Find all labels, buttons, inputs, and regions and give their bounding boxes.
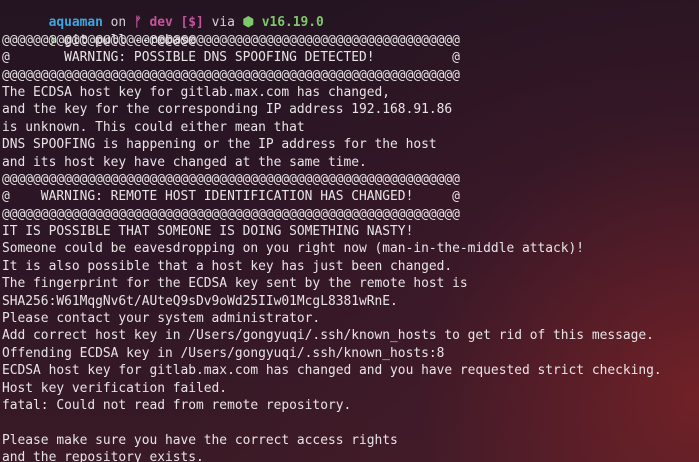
output-line: IT IS POSSIBLE THAT SOMEONE IS DOING SOM… (2, 224, 414, 240)
output-line: fatal: Could not read from remote reposi… (2, 397, 352, 413)
git-branch-icon: ᚠ (133, 15, 142, 31)
prompt-git-status: [$] (180, 15, 204, 31)
prompt-user: aquaman (48, 15, 103, 31)
prompt-branch: dev (149, 15, 173, 31)
prompt-on-label: on (110, 15, 127, 31)
output-line: @ WARNING: REMOTE HOST IDENTIFICATION HA… (2, 189, 460, 205)
output-line: The fingerprint for the ECDSA key sent b… (2, 276, 468, 292)
output-line: @@@@@@@@@@@@@@@@@@@@@@@@@@@@@@@@@@@@@@@@… (2, 67, 460, 83)
output-line: Someone could be eavesdropping on you ri… (2, 241, 585, 257)
prompt-status-line: aquaman on ᚠ dev [$] via ⬢ v16.19.0 (2, 0, 699, 30)
terminal-content: aquaman on ᚠ dev [$] via ⬢ v16.19.0 ❯ gi… (2, 0, 699, 462)
output-line: Please contact your system administrator… (2, 311, 321, 327)
command-output: @@@@@@@@@@@@@@@@@@@@@@@@@@@@@@@@@@@@@@@@… (2, 32, 699, 462)
prompt-node-version: v16.19.0 (261, 15, 324, 31)
output-line: @@@@@@@@@@@@@@@@@@@@@@@@@@@@@@@@@@@@@@@@… (2, 171, 460, 187)
output-line: and the key for the corresponding IP add… (2, 102, 453, 118)
prompt-via-label: via (211, 15, 235, 31)
output-line: SHA256:W61MqgNv6t/AUteQ9sDv9oWd25IIw01Mc… (2, 293, 398, 309)
node-icon: ⬢ (242, 15, 254, 31)
output-line: DNS SPOOFING is happening or the IP addr… (2, 137, 437, 153)
output-line: is unknown. This could either mean that (2, 119, 305, 135)
output-line: and the repository exists. (2, 450, 204, 462)
output-line: @@@@@@@@@@@@@@@@@@@@@@@@@@@@@@@@@@@@@@@@… (2, 206, 460, 222)
output-line: It is also possible that a host key has … (2, 258, 453, 274)
output-line: and its host key have changed at the sam… (2, 154, 367, 170)
output-line: Add correct host key in /Users/gongyuqi/… (2, 328, 654, 344)
terminal-window[interactable]: aquaman on ᚠ dev [$] via ⬢ v16.19.0 ❯ gi… (0, 0, 699, 462)
output-line: @@@@@@@@@@@@@@@@@@@@@@@@@@@@@@@@@@@@@@@@… (2, 32, 460, 48)
output-line: Offending ECDSA key in /Users/gongyuqi/.… (2, 345, 445, 361)
output-line: Please make sure you have the correct ac… (2, 432, 398, 448)
output-line: The ECDSA host key for gitlab.max.com ha… (2, 84, 391, 100)
output-line: @ WARNING: POSSIBLE DNS SPOOFING DETECTE… (2, 50, 460, 66)
output-line: ECDSA host key for gitlab.max.com has ch… (2, 363, 662, 379)
output-line: Host key verification failed. (2, 380, 228, 396)
